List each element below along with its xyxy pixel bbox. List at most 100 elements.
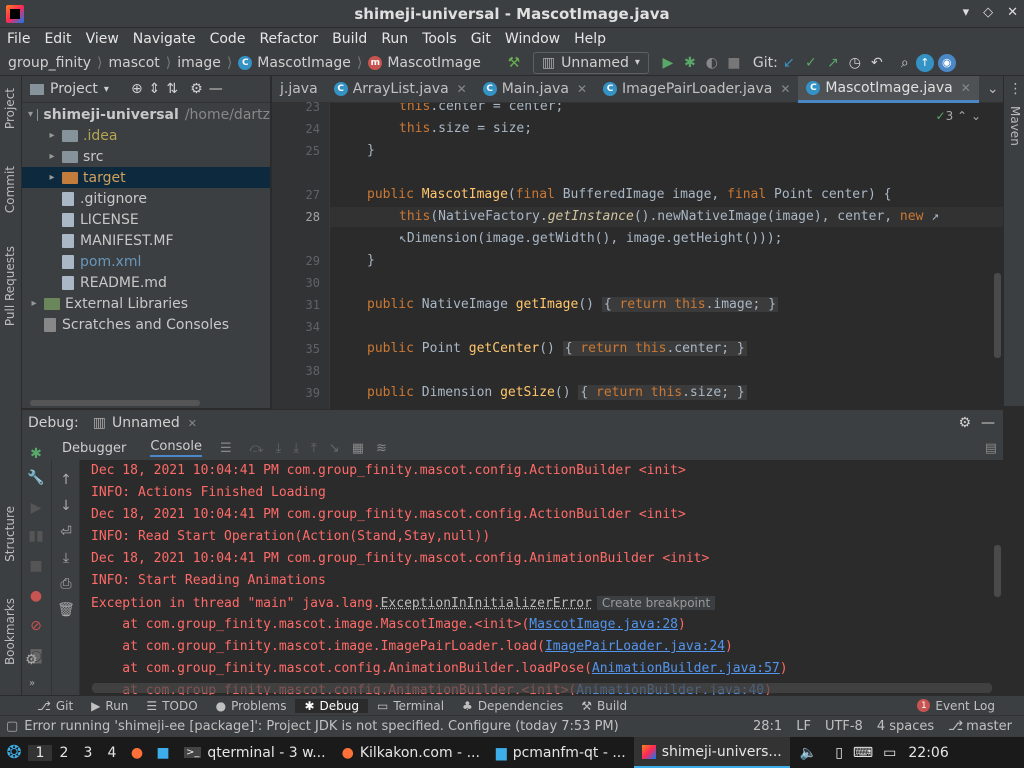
- expand-arrow-icon[interactable]: ▸: [46, 130, 58, 141]
- tree-item[interactable]: .gitignore: [22, 188, 270, 209]
- console-vscrollbar[interactable]: [994, 545, 1001, 597]
- hide-icon[interactable]: —: [209, 81, 223, 97]
- arrow-down-icon[interactable]: ↓: [52, 498, 80, 514]
- side-tab-pull-requests[interactable]: Pull Requests: [3, 246, 17, 326]
- toolwin-terminal[interactable]: ▭ Terminal: [368, 699, 453, 713]
- evaluate-icon[interactable]: ▦: [352, 441, 364, 456]
- tree-item[interactable]: README.md: [22, 272, 270, 293]
- close-icon[interactable]: ✕: [780, 82, 790, 96]
- arrow-up-icon[interactable]: ↑: [52, 472, 80, 488]
- rerun-icon[interactable]: ✱: [22, 446, 50, 462]
- git-branch[interactable]: master: [966, 719, 1012, 734]
- trace-icon[interactable]: ≋: [376, 441, 387, 456]
- step-over-icon[interactable]: ⤼: [250, 441, 264, 456]
- error-window-icon[interactable]: ▢: [6, 719, 18, 734]
- breadcrumb-item[interactable]: mascot: [108, 55, 159, 71]
- menu-code[interactable]: Code: [203, 31, 253, 47]
- coverage-icon[interactable]: ◐: [701, 55, 723, 71]
- breadcrumb-item[interactable]: MascotImage: [257, 55, 351, 71]
- side-tab-maven[interactable]: Maven: [1008, 106, 1022, 146]
- gear-icon[interactable]: ⚙: [25, 652, 38, 668]
- menu-navigate[interactable]: Navigate: [126, 31, 203, 47]
- minimize-icon[interactable]: ▾: [963, 5, 970, 20]
- toolwin-git[interactable]: ⎇ Git: [28, 699, 82, 713]
- build-hammer-icon[interactable]: ⚒: [503, 55, 525, 71]
- breadcrumb-item[interactable]: MascotImage: [387, 55, 481, 71]
- menu-run[interactable]: Run: [374, 31, 415, 47]
- menu-file[interactable]: File: [0, 31, 37, 47]
- console-output[interactable]: Dec 18, 2021 10:04:41 PM com.group_finit…: [80, 460, 1003, 695]
- clock[interactable]: 22:06: [908, 745, 948, 761]
- expand-icon[interactable]: ⇅: [166, 81, 178, 97]
- toolwin-todo[interactable]: ☰ TODO: [137, 699, 206, 713]
- gear-icon[interactable]: ⚙: [958, 415, 971, 431]
- breadcrumb-item[interactable]: image: [177, 55, 221, 71]
- stack-link[interactable]: AnimationBuilder.java:57: [592, 661, 780, 676]
- tree-item[interactable]: MANIFEST.MF: [22, 230, 270, 251]
- debug-session-tab[interactable]: Unnamed: [112, 415, 180, 431]
- stack-link[interactable]: ImagePairLoader.java:24: [545, 639, 725, 654]
- toolwin-run[interactable]: ▶ Run: [82, 699, 137, 713]
- task-pcmanfm[interactable]: ▆ pcmanfm-qt - ...: [488, 737, 634, 768]
- volume-icon[interactable]: 🔈: [800, 745, 817, 761]
- menu-tools[interactable]: Tools: [415, 31, 464, 47]
- cursor-position[interactable]: 28:1: [753, 719, 782, 734]
- stop-icon[interactable]: ■: [723, 55, 745, 71]
- scroll-to-end-icon[interactable]: ⤓: [52, 550, 80, 566]
- layout-icon[interactable]: ▤: [985, 441, 997, 456]
- ide-update-icon[interactable]: ↑: [915, 53, 934, 72]
- more-icon[interactable]: ⋮: [1009, 81, 1023, 97]
- step-out-icon[interactable]: ⤒: [311, 441, 317, 456]
- close-icon[interactable]: ✕: [457, 82, 467, 96]
- search-icon[interactable]: ⌕: [894, 55, 916, 71]
- tab-arraylist-java[interactable]: C ArrayList.java ✕: [326, 76, 475, 103]
- tab-main-java[interactable]: C Main.java ✕: [475, 76, 595, 103]
- pause-icon[interactable]: ▮▮: [22, 528, 50, 544]
- run-icon[interactable]: ▶: [657, 55, 679, 71]
- task-intellij[interactable]: shimeji-univers...: [633, 737, 790, 768]
- close-icon[interactable]: ✕: [1007, 5, 1018, 20]
- menu-edit[interactable]: Edit: [37, 31, 78, 47]
- chevron-down-icon[interactable]: ⌄: [987, 81, 999, 97]
- project-hscrollbar[interactable]: [30, 400, 200, 406]
- menu-refactor[interactable]: Refactor: [252, 31, 325, 47]
- side-tab-structure[interactable]: Structure: [3, 506, 17, 562]
- hide-icon[interactable]: —: [981, 415, 995, 431]
- run-config-selector[interactable]: ▥ Unnamed ▾: [532, 51, 649, 74]
- target-icon[interactable]: ⊕: [131, 81, 143, 97]
- soft-wrap-icon[interactable]: ⏎: [52, 524, 80, 540]
- force-step-into-icon[interactable]: ⤓: [293, 441, 299, 456]
- step-into-icon[interactable]: ⤓: [276, 441, 282, 456]
- workspace-3[interactable]: 3: [76, 745, 100, 761]
- event-log-button[interactable]: 1 Event Log: [908, 699, 1004, 713]
- wrench-icon[interactable]: 🔧: [22, 470, 50, 486]
- editor-scrollbar[interactable]: [994, 273, 1001, 358]
- task-firefox[interactable]: ● Kilkakon.com - ...: [334, 737, 488, 768]
- expand-arrow-icon[interactable]: ▸: [28, 298, 40, 309]
- tree-item[interactable]: ▸ src: [22, 146, 270, 167]
- tree-item[interactable]: ▾ shimeji-universal/home/dartz: [22, 104, 270, 125]
- chevron-up-icon[interactable]: ⌃: [957, 109, 967, 123]
- menu-icon[interactable]: ☰: [220, 441, 232, 456]
- mute-breakpoints-icon[interactable]: ⊘: [22, 618, 50, 634]
- toolwin-debug[interactable]: ✱ Debug: [295, 698, 368, 713]
- indent-setting[interactable]: 4 spaces: [877, 719, 934, 734]
- tray-icon[interactable]: ▭: [883, 745, 896, 761]
- stack-link[interactable]: MascotImage.java:28: [529, 617, 678, 632]
- history-icon[interactable]: ◷: [844, 55, 866, 71]
- tree-item[interactable]: ▸ External Libraries: [22, 293, 270, 314]
- tab-mascotimage-java[interactable]: C MascotImage.java ✕: [798, 75, 979, 103]
- expand-arrow-icon[interactable]: ▾: [28, 109, 33, 120]
- line-separator[interactable]: LF: [796, 719, 811, 734]
- collapse-all-icon[interactable]: ⇕: [149, 81, 161, 97]
- workspace-4[interactable]: 4: [100, 745, 124, 761]
- side-tab-bookmarks[interactable]: Bookmarks: [3, 598, 17, 665]
- tree-item[interactable]: Scratches and Consoles: [22, 314, 270, 335]
- close-icon[interactable]: ✕: [188, 417, 197, 430]
- gear-icon[interactable]: ⚙: [190, 81, 203, 97]
- clipboard-icon[interactable]: ▯: [835, 745, 843, 761]
- expand-arrow-icon[interactable]: ▸: [46, 172, 58, 183]
- git-update-icon[interactable]: ↙: [778, 55, 800, 71]
- toolwin-problems[interactable]: ● Problems: [207, 699, 296, 713]
- code-editor[interactable]: this.center = center; this.size = size; …: [330, 103, 1003, 409]
